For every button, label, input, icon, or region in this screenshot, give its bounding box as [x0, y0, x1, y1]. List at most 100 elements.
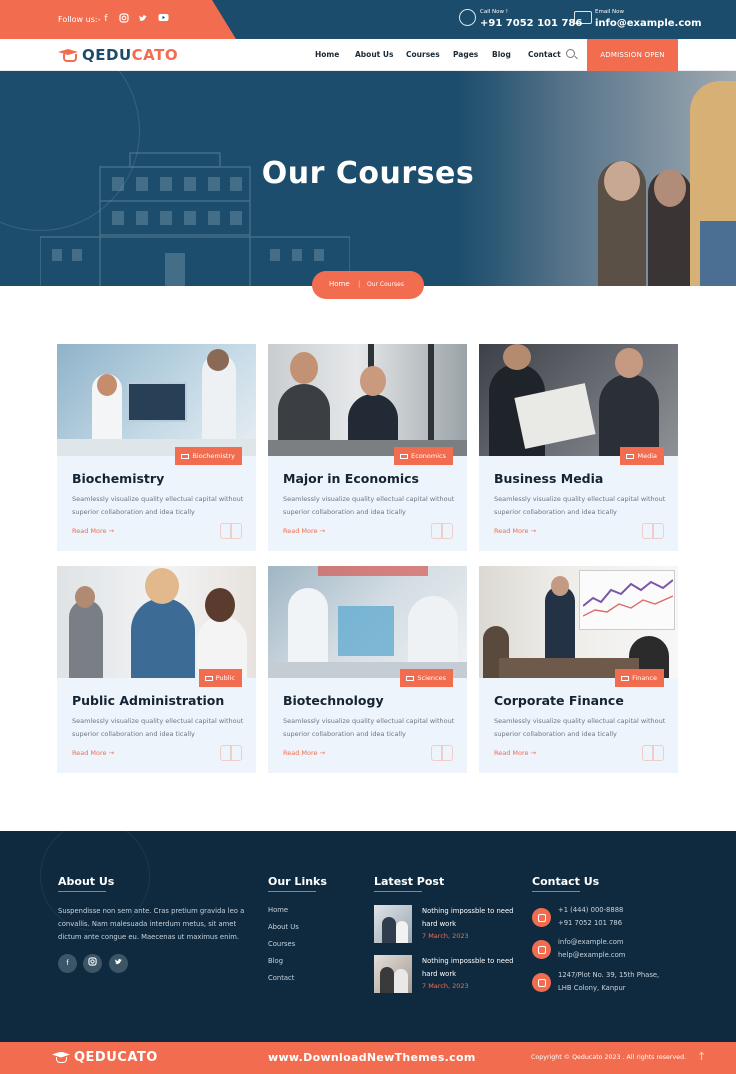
course-category-tag[interactable]: Public	[198, 669, 242, 687]
course-title[interactable]: Biotechnology	[283, 693, 384, 708]
contact-address-line-2: LHB Colony, Kanpur	[558, 984, 626, 992]
contact-phone-2[interactable]: +91 7052 101 786	[558, 917, 622, 930]
instagram-icon[interactable]	[118, 13, 130, 25]
course-category-tag[interactable]: Media	[620, 447, 664, 465]
read-more-link[interactable]: Read More →	[494, 527, 536, 535]
course-title[interactable]: Major in Economics	[283, 471, 419, 486]
course-card[interactable]: Sciences Biotechnology Seamlessly visual…	[268, 566, 467, 773]
footer-about-heading: About Us	[58, 875, 115, 888]
envelope-icon	[532, 940, 551, 959]
course-description: Seamlessly visualize quality ellectual c…	[283, 495, 455, 516]
nav-item-blog[interactable]: Blog	[492, 50, 511, 59]
email-now-label: Email Now	[595, 9, 624, 15]
breadcrumb: Home | Our Courses	[312, 271, 424, 299]
top-email-address[interactable]: info@example.com	[595, 18, 702, 29]
arrow-right-icon: →	[319, 749, 326, 757]
heading-underline	[532, 891, 580, 892]
woman-head	[145, 568, 179, 604]
contact-email-2[interactable]: help@example.com	[558, 949, 625, 962]
read-more-label: Read More	[494, 527, 529, 535]
read-more-link[interactable]: Read More →	[72, 749, 114, 757]
footer-link-home[interactable]: Home	[268, 906, 288, 914]
course-description: Seamlessly visualize quality ellectual c…	[72, 495, 244, 516]
logo-text-dark: EDU	[95, 46, 132, 64]
map-pin-icon	[532, 973, 551, 992]
businessman-head	[290, 352, 318, 384]
footer-link-courses[interactable]: Courses	[268, 940, 295, 948]
heading-underline	[374, 891, 422, 892]
latest-post-title[interactable]: Nothing impossble to need hard work	[422, 905, 522, 931]
instagram-icon[interactable]	[83, 954, 102, 973]
top-phone-number[interactable]: +91 7052 101 786	[480, 18, 582, 29]
book-icon	[406, 675, 415, 681]
latest-post-thumbnail[interactable]	[374, 905, 412, 943]
contact-email-1[interactable]: info@example.com	[558, 936, 623, 949]
course-card[interactable]: Finance Corporate Finance Seamlessly vis…	[479, 566, 678, 773]
course-category-tag[interactable]: Finance	[615, 669, 664, 687]
latest-post-date: 7 March, 2023	[422, 982, 469, 990]
read-more-label: Read More	[72, 749, 107, 757]
course-category-tag[interactable]: Economics	[394, 447, 453, 465]
read-more-link[interactable]: Read More →	[283, 527, 325, 535]
facebook-icon[interactable]: f	[58, 954, 77, 973]
course-image-economics[interactable]	[268, 344, 467, 456]
thumbnail-person	[394, 969, 408, 993]
footer-posts-heading: Latest Post	[374, 875, 445, 888]
latest-post-thumbnail[interactable]	[374, 955, 412, 993]
course-card[interactable]: Economics Major in Economics Seamlessly …	[268, 344, 467, 551]
footer-link-blog[interactable]: Blog	[268, 957, 283, 965]
read-more-link[interactable]: Read More →	[283, 749, 325, 757]
read-more-label: Read More	[494, 749, 529, 757]
presenter-head	[551, 576, 569, 596]
woman-head	[205, 588, 235, 622]
nav-item-courses[interactable]: Courses	[406, 50, 440, 59]
read-more-label: Read More	[72, 527, 107, 535]
scroll-to-top-icon[interactable]: ↑	[697, 1050, 706, 1063]
course-card[interactable]: Public Public Administration Seamlessly …	[57, 566, 256, 773]
twitter-icon[interactable]	[137, 13, 149, 25]
nav-item-contact[interactable]: Contact	[528, 50, 561, 59]
arrow-right-icon: →	[108, 749, 115, 757]
latest-post-title[interactable]: Nothing impossble to need hard work	[422, 955, 522, 981]
course-title[interactable]: Public Administration	[72, 693, 224, 708]
site-logo[interactable]: Q EDU CATO	[58, 45, 178, 65]
nav-item-pages[interactable]: Pages	[453, 50, 478, 59]
course-title[interactable]: Business Media	[494, 471, 603, 486]
course-category-tag[interactable]: Biochemistry	[175, 447, 242, 465]
footer-logo[interactable]: QEDUCATO	[52, 1050, 158, 1065]
admission-open-button[interactable]: ADMISSION OPEN	[587, 39, 678, 71]
breadcrumb-home-link[interactable]: Home	[329, 280, 350, 288]
course-category-label: Media	[637, 452, 657, 460]
stock-chart-graphic	[583, 579, 673, 617]
contact-phone-1[interactable]: +1 (444) 000-8888	[558, 904, 623, 917]
course-category-label: Economics	[411, 452, 446, 460]
read-more-link[interactable]: Read More →	[494, 749, 536, 757]
logo-text-orange: CATO	[131, 46, 179, 64]
course-description: Seamlessly visualize quality ellectual c…	[494, 717, 666, 738]
course-image-biotechnology[interactable]	[268, 566, 467, 678]
nav-item-home[interactable]: Home	[315, 50, 339, 59]
course-image-corporate-finance[interactable]	[479, 566, 678, 678]
read-more-link[interactable]: Read More →	[72, 527, 114, 535]
heading-underline	[268, 891, 316, 892]
course-image-biochemistry[interactable]	[57, 344, 256, 456]
course-category-tag[interactable]: Sciences	[400, 669, 453, 687]
main-navigation: Q EDU CATO Home About Us Courses Pages Blo…	[0, 39, 736, 71]
course-card[interactable]: Media Business Media Seamlessly visualiz…	[479, 344, 678, 551]
nav-item-about-us[interactable]: About Us	[355, 50, 393, 59]
course-title[interactable]: Corporate Finance	[494, 693, 624, 708]
course-card[interactable]: Biochemistry Biochemistry Seamlessly vis…	[57, 344, 256, 551]
footer-link-about-us[interactable]: About Us	[268, 923, 299, 931]
course-description: Seamlessly visualize quality ellectual c…	[494, 495, 666, 516]
footer-link-contact[interactable]: Contact	[268, 974, 294, 982]
twitter-icon[interactable]	[109, 954, 128, 973]
search-icon[interactable]	[566, 49, 575, 58]
open-book-icon	[642, 523, 664, 539]
course-image-business-media[interactable]	[479, 344, 678, 456]
course-title[interactable]: Biochemistry	[72, 471, 164, 486]
facebook-icon[interactable]: f	[100, 13, 112, 25]
course-image-public-administration[interactable]	[57, 566, 256, 678]
course-category-label: Public	[215, 674, 235, 682]
youtube-icon[interactable]	[157, 13, 169, 25]
page-hero-banner: Our Courses	[0, 71, 736, 286]
